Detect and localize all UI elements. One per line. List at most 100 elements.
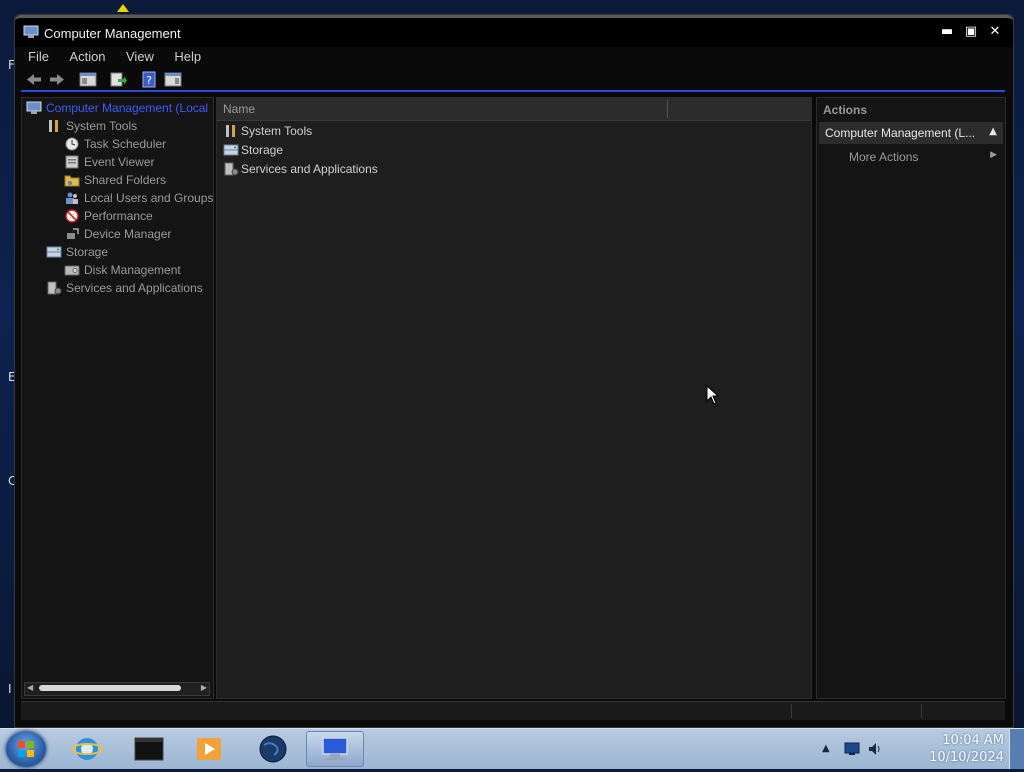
tree-item-computer-management[interactable]: Computer Management (Local — [26, 99, 208, 117]
tree-item-label: Device Manager — [84, 227, 172, 241]
clock-icon — [65, 137, 79, 151]
forward-arrow-icon[interactable] — [48, 71, 66, 88]
actions-pane-title: Actions — [823, 103, 868, 117]
device-manager-icon — [67, 228, 79, 239]
menu-action[interactable]: Action — [62, 47, 112, 66]
actions-section-label: Computer Management (L... — [825, 126, 976, 140]
event-viewer-icon — [65, 155, 79, 169]
more-actions-link[interactable]: More Actions — [849, 150, 918, 164]
tree-item-storage[interactable]: Storage — [46, 243, 108, 261]
network-icon[interactable] — [844, 742, 860, 756]
menu-view[interactable]: View — [119, 47, 161, 66]
taskbar-computer-management[interactable] — [306, 731, 364, 767]
windows-logo-icon — [18, 741, 34, 757]
title-bar[interactable]: Computer Management ▬ ▣ ✕ — [15, 15, 1013, 47]
system-clock[interactable]: 10:04 AM 10/10/2024 — [929, 732, 1004, 766]
menu-help[interactable]: Help — [167, 47, 208, 66]
taskbar-globe[interactable] — [246, 731, 300, 767]
list-item-services-and-applications[interactable]: Services and Applications — [223, 160, 378, 178]
collapse-up-icon[interactable]: ▲ — [989, 126, 997, 137]
mouse-cursor-icon — [706, 385, 720, 405]
clock-time: 10:04 AM — [942, 733, 1004, 748]
tree-item-label: Storage — [66, 245, 109, 259]
tree-item-performance[interactable]: Performance — [64, 207, 153, 225]
toolbar: ? — [21, 70, 1005, 92]
start-button[interactable] — [6, 731, 46, 767]
desktop-letter: I — [8, 682, 12, 696]
actions-pane: Actions Computer Management (L... ▲ More… — [816, 97, 1006, 699]
shared-folders-icon — [64, 175, 80, 187]
media-player-icon — [197, 738, 221, 760]
list-item-storage[interactable]: Storage — [223, 141, 283, 159]
computer-management-icon — [322, 737, 348, 760]
menu-bar: File Action View Help — [21, 47, 210, 69]
tree-item-system-tools[interactable]: System Tools — [46, 117, 137, 135]
terminal-icon — [134, 737, 164, 761]
maximize-button[interactable]: ▣ — [961, 24, 981, 40]
submenu-arrow-icon: ▶ — [990, 150, 997, 160]
tree-item-shared-folders[interactable]: Shared Folders — [64, 171, 166, 189]
users-icon — [66, 192, 78, 204]
results-pane: Name System Tools Storage Services and A… — [216, 97, 812, 699]
tree-item-label: System Tools — [66, 119, 138, 133]
window-title: Computer Management — [44, 26, 181, 41]
show-hide-console-tree-icon[interactable] — [79, 71, 97, 88]
tree-item-device-manager[interactable]: Device Manager — [64, 225, 171, 243]
show-hidden-icons-icon[interactable]: ▲ — [822, 743, 830, 754]
minimize-button[interactable]: ▬ — [937, 24, 957, 40]
computer-management-icon — [23, 25, 39, 38]
tree-item-label: Task Scheduler — [84, 137, 167, 151]
tree-item-local-users-and-groups[interactable]: Local Users and Groups — [64, 189, 213, 207]
disk-icon — [64, 265, 80, 276]
tree-item-label: Shared Folders — [84, 173, 167, 187]
back-arrow-icon[interactable] — [25, 71, 43, 88]
taskbar-terminal[interactable] — [122, 731, 176, 767]
column-header-name[interactable]: Name — [223, 102, 255, 116]
menu-file[interactable]: File — [21, 47, 56, 66]
taskbar: ▲ 10:04 AM 10/10/2024 — [0, 728, 1024, 769]
tree-horizontal-scrollbar[interactable]: ◀ ▶ — [24, 682, 210, 696]
status-bar — [21, 701, 1005, 720]
tree-item-services-and-applications[interactable]: Services and Applications — [46, 279, 203, 297]
computer-management-icon — [26, 101, 42, 114]
column-separator[interactable] — [667, 100, 668, 118]
volume-icon[interactable] — [867, 741, 883, 757]
scroll-right-arrow-icon[interactable]: ▶ — [201, 683, 207, 692]
list-column-header: Name — [217, 98, 811, 121]
storage-icon — [46, 246, 62, 258]
status-divider — [791, 704, 792, 718]
tree-item-label: Computer Management (Local — [46, 101, 209, 115]
tree-item-label: Event Viewer — [84, 155, 155, 169]
taskbar-internet-explorer[interactable] — [60, 731, 114, 767]
help-icon[interactable]: ? — [140, 71, 158, 88]
list-item-system-tools[interactable]: System Tools — [223, 122, 312, 140]
tools-icon — [226, 125, 235, 137]
tree-item-label: Services and Applications — [66, 281, 203, 295]
actions-section-header[interactable]: Computer Management (L... ▲ — [819, 122, 1003, 144]
tree-item-label: Local Users and Groups — [84, 191, 214, 205]
tree-item-label: Disk Management — [84, 263, 181, 277]
close-button[interactable]: ✕ — [985, 24, 1005, 40]
show-desktop-button[interactable] — [1009, 729, 1024, 769]
scrollbar-thumb[interactable] — [39, 685, 181, 691]
export-list-icon[interactable] — [109, 71, 127, 88]
performance-icon — [65, 209, 79, 223]
svg-text:?: ? — [146, 74, 152, 87]
console-tree-pane: Computer Management (Local System Tools … — [21, 97, 214, 699]
desktop-marker-icon — [117, 4, 129, 12]
show-hide-action-pane-icon[interactable] — [164, 71, 182, 88]
computer-management-window: Computer Management ▬ ▣ ✕ File Action Vi… — [14, 14, 1014, 728]
internet-explorer-icon — [71, 738, 103, 760]
scroll-left-arrow-icon[interactable]: ◀ — [27, 683, 33, 692]
list-item-label: Services and Applications — [241, 162, 378, 176]
taskbar-media-player[interactable] — [182, 731, 236, 767]
tree-item-task-scheduler[interactable]: Task Scheduler — [64, 135, 166, 153]
tree-item-disk-management[interactable]: Disk Management — [64, 261, 181, 279]
services-icon — [47, 281, 62, 295]
tree-item-label: Performance — [84, 209, 153, 223]
tree-item-event-viewer[interactable]: Event Viewer — [64, 153, 154, 171]
services-icon — [224, 162, 239, 176]
list-item-label: Storage — [241, 143, 284, 157]
list-item-label: System Tools — [241, 124, 313, 138]
storage-icon — [223, 144, 239, 156]
